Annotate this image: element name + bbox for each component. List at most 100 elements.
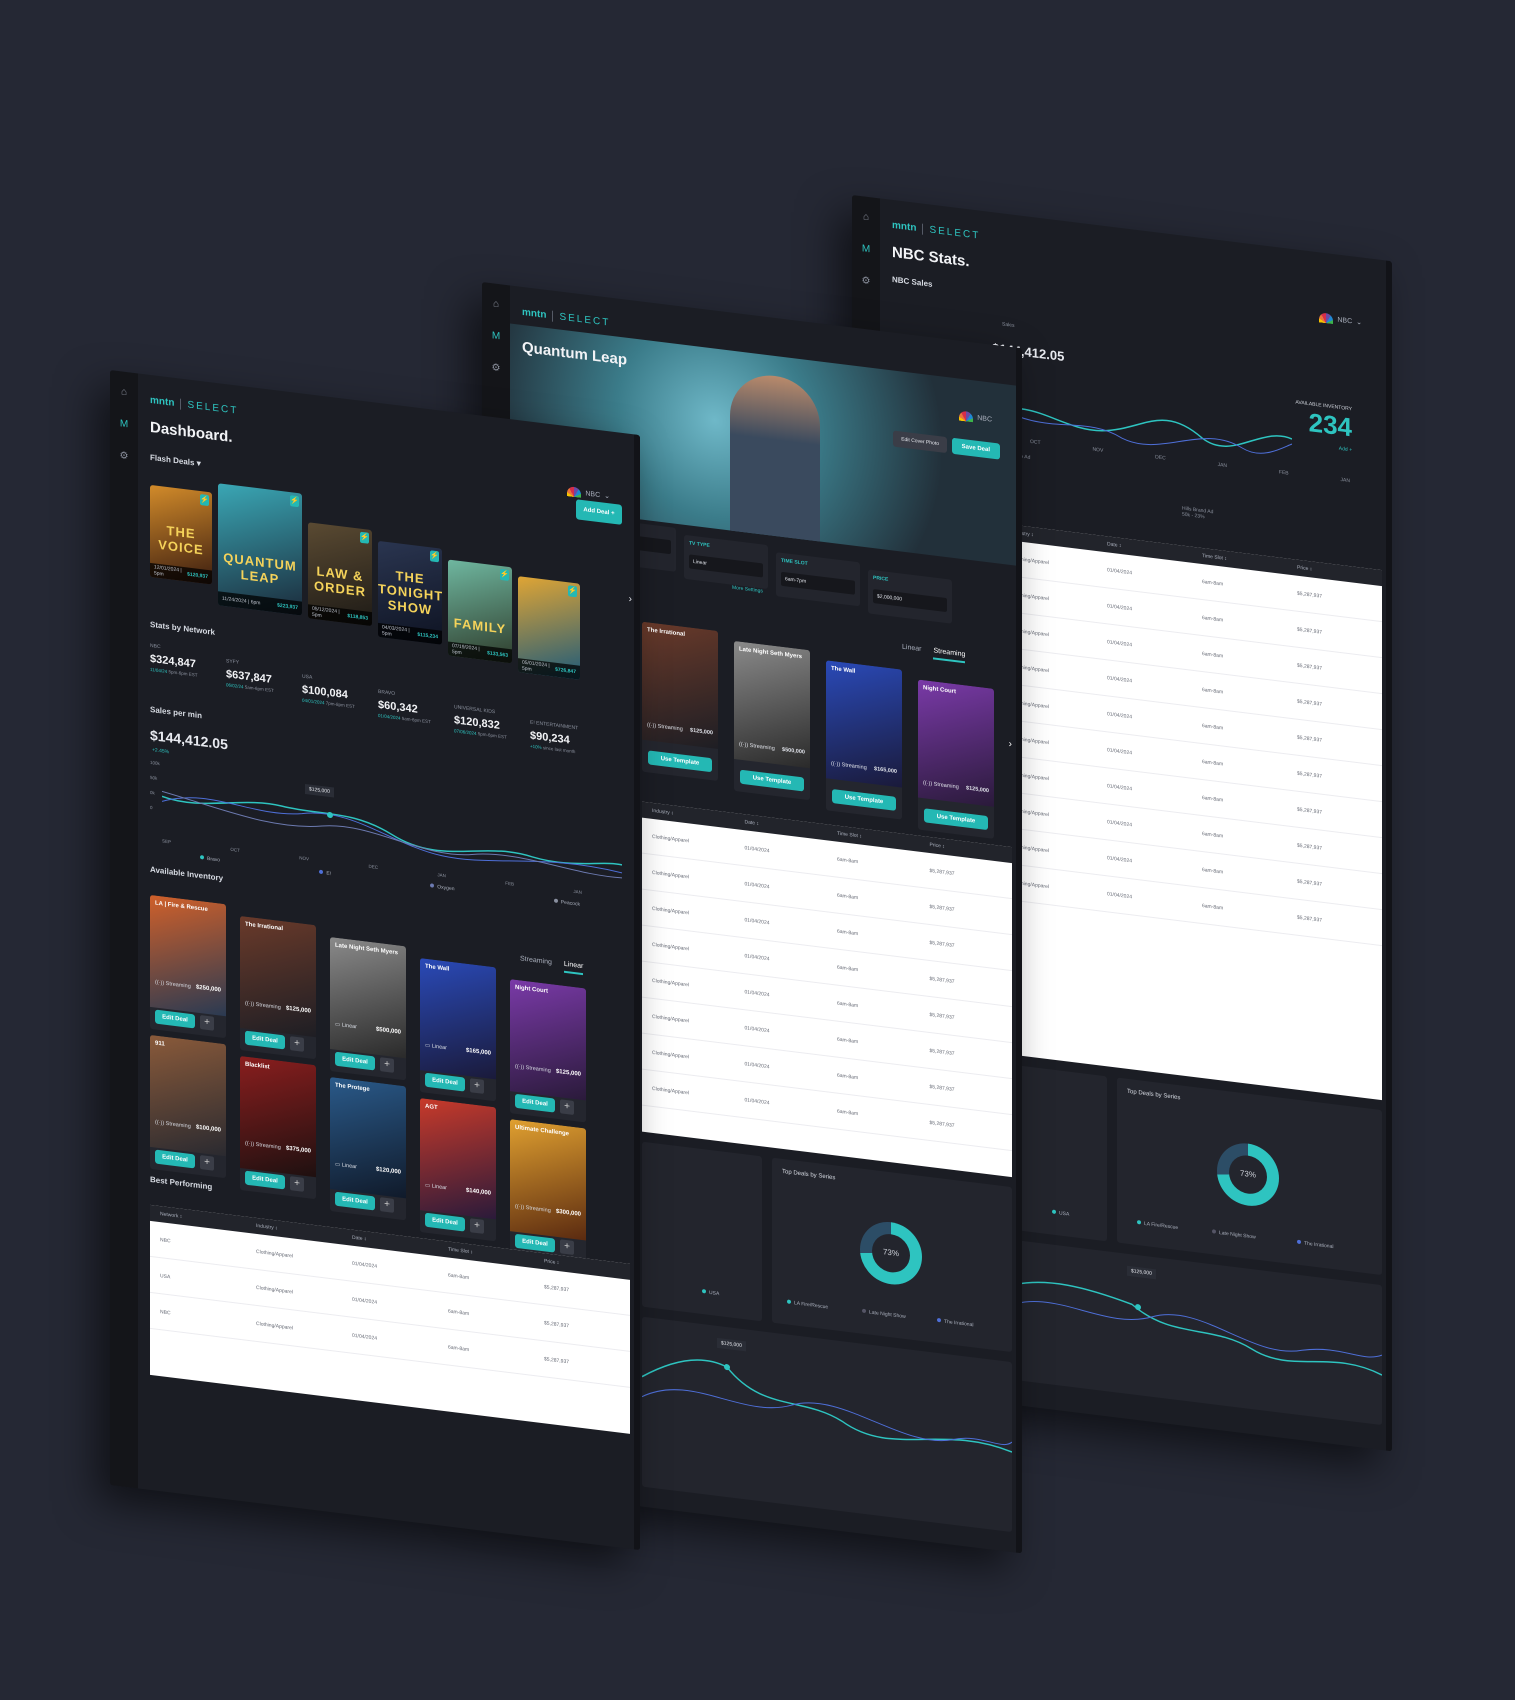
- inventory-card[interactable]: 911 ((·)) Streaming $100,000 Edit Deal +: [150, 1034, 226, 1179]
- edit-deal-button[interactable]: Edit Deal: [515, 1093, 555, 1113]
- deal-field[interactable]: TIME SLOT 6am-7pm: [776, 552, 860, 607]
- legend-label: Late Night Show: [869, 1309, 906, 1321]
- flash-deals-label[interactable]: Flash Deals ▾: [150, 453, 201, 468]
- flash-deal-card[interactable]: QUANTUM LEAP ⚡ 11/24/2024 | 6pm $223,937: [218, 483, 302, 616]
- edit-deal-button[interactable]: Edit Deal: [245, 1170, 285, 1190]
- slot-cell: 6am-8am: [837, 928, 859, 937]
- price-cell: $5,287,937: [1297, 626, 1323, 636]
- edit-cover-button[interactable]: Edit Cover Photo: [893, 430, 947, 454]
- home-icon[interactable]: ⌂: [119, 386, 129, 398]
- inventory-card[interactable]: LA | Fire & Rescue ((·)) Streaming $250,00…: [150, 894, 226, 1039]
- add-icon[interactable]: +: [200, 1015, 214, 1031]
- use-template-button[interactable]: Use Template: [924, 808, 988, 831]
- chevron-right-icon[interactable]: ›: [1009, 739, 1012, 750]
- price-cell: $5,287,937: [1297, 842, 1323, 852]
- inventory-card[interactable]: Night Court ((·)) Streaming $125,000 Edit D…: [510, 979, 586, 1123]
- network-cell: NBC: [150, 1235, 246, 1253]
- price-cell: $5,287,937: [1297, 698, 1323, 708]
- add-deal-button[interactable]: Add Deal +: [576, 499, 622, 525]
- template-card[interactable]: The Wall ((·)) Streaming $165,000 Use Templ…: [826, 660, 902, 820]
- logo-icon[interactable]: M: [491, 330, 501, 342]
- tab-linear[interactable]: Linear: [563, 960, 584, 976]
- deal-field[interactable]: PRICE $2,000,000: [868, 569, 952, 624]
- deal-price: $120,937: [187, 571, 208, 581]
- gear-icon[interactable]: ⚙: [491, 362, 501, 374]
- template-card[interactable]: The Irrational ((·)) Streaming $125,000 Use…: [642, 621, 718, 781]
- chevron-right-icon[interactable]: ›: [629, 594, 632, 605]
- save-deal-button[interactable]: Save Deal: [951, 437, 1000, 460]
- legend-label: Late Night Show: [1219, 1230, 1256, 1241]
- edit-deal-button[interactable]: Edit Deal: [245, 1030, 285, 1050]
- use-template-button[interactable]: Use Template: [832, 788, 896, 811]
- inventory-card[interactable]: Blacklist ((·)) Streaming $375,000 Edit Dea…: [240, 1055, 316, 1200]
- use-template-button[interactable]: Use Template: [648, 750, 712, 773]
- edit-deal-button[interactable]: Edit Deal: [335, 1051, 375, 1071]
- gear-icon[interactable]: ⚙: [861, 275, 871, 287]
- edit-deal-button[interactable]: Edit Deal: [425, 1072, 465, 1092]
- x-tick: SEP: [162, 838, 172, 845]
- add-icon[interactable]: +: [380, 1057, 394, 1073]
- deal-price: $726,847: [555, 666, 576, 676]
- price-cell: $5,287,937: [1297, 770, 1323, 780]
- inventory-card[interactable]: The Irrational ((·)) Streaming $125,000 Edi…: [240, 915, 316, 1060]
- legend-usa-label: USA: [1059, 1210, 1070, 1218]
- home-icon[interactable]: ⌂: [491, 298, 501, 310]
- tab-streaming[interactable]: Streaming: [933, 647, 966, 664]
- brand-product: SELECT: [187, 399, 239, 417]
- inventory-card[interactable]: The Wall ▭ Linear $165,000 Edit Deal +: [420, 958, 496, 1102]
- tab-streaming[interactable]: Streaming: [520, 955, 552, 971]
- flash-deal-card[interactable]: LAW & ORDER ⚡ 05/12/2024 | 5pm $118,853: [308, 522, 372, 627]
- card-title: 911: [155, 1040, 165, 1048]
- home-icon[interactable]: ⌂: [861, 211, 871, 223]
- legend-usa-label: USA: [709, 1289, 720, 1298]
- network-selector[interactable]: NBC ⌄: [567, 486, 610, 501]
- template-card[interactable]: Late Night Seth Myers ((·)) Streaming $500…: [734, 640, 810, 801]
- add-icon[interactable]: +: [290, 1176, 304, 1192]
- flash-deal-card[interactable]: FAMILY ⚡ 07/19/2024 | 5pm $133,563: [448, 559, 512, 664]
- series-line: [1002, 1300, 1382, 1358]
- flash-deal-card[interactable]: THE VOICE ⚡ 12/01/2024 | 5pm $120,937: [150, 484, 212, 585]
- add-icon[interactable]: +: [470, 1218, 484, 1234]
- legend-dot: [553, 898, 558, 903]
- lightning-icon: ⚡: [360, 531, 369, 544]
- network-selector[interactable]: NBC ⌄: [1319, 312, 1362, 327]
- flash-deal-card[interactable]: THE TONIGHT SHOW ⚡ 04/03/2024 | 5pm $115,23…: [378, 540, 442, 645]
- price-cell: $5,287,937: [1297, 806, 1323, 816]
- date-cell: 01/04/2024: [1107, 638, 1133, 648]
- template-card[interactable]: Night Court ((·)) Streaming $125,000 Use Te…: [918, 679, 994, 839]
- logo-icon[interactable]: M: [861, 243, 871, 255]
- add-icon[interactable]: +: [560, 1099, 574, 1115]
- tab-linear[interactable]: Linear: [902, 644, 921, 658]
- edit-deal-button[interactable]: Edit Deal: [425, 1212, 465, 1232]
- legend-item: Late Night Show: [1212, 1229, 1256, 1241]
- network-logo: NBC: [160, 1236, 171, 1244]
- date-cell: 01/04/2024: [1107, 566, 1133, 576]
- edit-deal-button[interactable]: Edit Deal: [335, 1191, 375, 1211]
- network-stat: E! ENTERTAINMENT $90,234 +10% since last m…: [530, 720, 578, 755]
- tooltip-point: [1135, 1304, 1141, 1311]
- add-icon[interactable]: +: [380, 1197, 394, 1213]
- legend-label: The Irrational: [1304, 1240, 1334, 1251]
- edit-deal-button[interactable]: Edit Deal: [155, 1009, 195, 1029]
- inventory-card[interactable]: AGT ▭ Linear $140,000 Edit Deal +: [420, 1098, 496, 1242]
- add-icon[interactable]: +: [470, 1078, 484, 1094]
- date-cell: 01/04/2024: [744, 988, 770, 998]
- series-line: [1002, 1281, 1382, 1376]
- use-template-button[interactable]: Use Template: [740, 769, 804, 792]
- network-stat: BRAVO $60,342 01/04/2024 5am-6pm EST: [378, 689, 431, 724]
- edit-deal-button[interactable]: Edit Deal: [155, 1149, 195, 1169]
- inventory-card[interactable]: Late Night Seth Myers ▭ Linear $500,000 Edi…: [330, 937, 406, 1081]
- inventory-card[interactable]: Ultimate Challenge ((·)) Streaming $300,00…: [510, 1119, 586, 1263]
- logo-icon[interactable]: M: [119, 418, 129, 430]
- slot-cell: 6am-8am: [837, 856, 859, 865]
- deal-field[interactable]: TV TYPE Linear: [684, 534, 768, 590]
- add-icon[interactable]: +: [560, 1239, 574, 1255]
- slot-cell: 6am-8am: [1202, 794, 1224, 804]
- inventory-card[interactable]: The Protege ▭ Linear $120,000 Edit Deal +: [330, 1077, 406, 1221]
- add-icon[interactable]: +: [200, 1155, 214, 1171]
- add-icon[interactable]: +: [290, 1036, 304, 1052]
- network-selector[interactable]: NBC: [959, 410, 992, 425]
- flash-deal-card[interactable]: ⚡ 05/01/2024 | 5pm $726,847: [518, 576, 580, 680]
- legend-item: E!: [319, 869, 331, 877]
- gear-icon[interactable]: ⚙: [119, 450, 129, 462]
